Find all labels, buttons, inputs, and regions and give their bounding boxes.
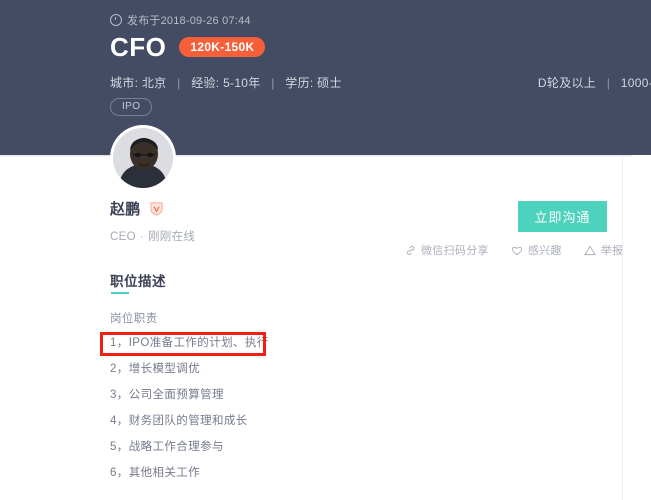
meta-separator-1: | (177, 76, 181, 90)
funding-stage: D轮及以上 (537, 76, 597, 90)
warning-triangle-icon (583, 244, 596, 255)
job-detail-page: 发布于2018-09-26 07:44 CFO 120K-150K 城市: 北京… (0, 0, 651, 500)
page-header: 发布于2018-09-26 07:44 CFO 120K-150K 城市: 北京… (0, 0, 651, 155)
salary-badge: 120K-150K (179, 37, 266, 57)
share-wechat-label: 微信扫码分享 (421, 245, 489, 257)
tag-row: IPO (110, 98, 153, 116)
recruiter-role: CEO (110, 231, 136, 243)
link-icon (406, 245, 415, 255)
section-title-underline (111, 292, 129, 294)
content-right-edge (622, 155, 623, 500)
job-meta: 城市: 北京 | 经验: 5-10年 | 学历: 硕士 (110, 74, 342, 91)
list-item: 2，增长模型调优 (110, 363, 201, 375)
report-action[interactable]: 举报 (583, 242, 624, 258)
job-title-row: CFO 120K-150K (110, 32, 266, 62)
interested-label: 感兴趣 (527, 245, 562, 257)
list-item: 4，财务团队的管理和成长 (110, 415, 248, 427)
chat-now-button[interactable]: 立即沟通 (518, 201, 607, 232)
clock-icon (110, 14, 122, 26)
meta-separator-2: | (271, 76, 275, 90)
heart-icon (511, 246, 522, 255)
list-item: 5，战略工作合理参与 (110, 441, 224, 453)
header-divider (0, 155, 651, 157)
meta-experience-value: 5-10年 (223, 76, 261, 90)
recruiter-name[interactable]: 赵鹏 (110, 198, 141, 219)
list-item: 3，公司全面预算管理 (110, 389, 224, 401)
share-wechat-action[interactable]: 微信扫码分享 (405, 242, 489, 258)
avatar[interactable] (113, 128, 173, 188)
meta-city-label: 城市: (110, 76, 139, 90)
recruiter-name-row: 赵鹏 (110, 198, 195, 219)
meta-education-value: 硕士 (317, 76, 342, 90)
user-avatar-photo (113, 128, 173, 188)
report-label: 举报 (600, 245, 624, 257)
tag-ipo: IPO (110, 98, 153, 116)
responsibility-list: 1，IPO准备工作的计划、执行 2，增长模型调优 3，公司全面预算管理 4，财务… (110, 330, 580, 486)
verified-shield-icon (150, 202, 163, 216)
mini-action-bar: 微信扫码分享 感兴趣 举报 (405, 242, 623, 258)
post-time: 发布于2018-09-26 07:44 (110, 12, 251, 28)
company-meta: D轮及以上 | 1000- (538, 74, 651, 91)
post-time-label: 发布于2018-09-26 07:44 (127, 15, 251, 27)
meta-education-label: 学历: (285, 76, 314, 90)
recruiter-subtitle: CEO · 刚刚在线 (110, 228, 195, 244)
section-title-job-description: 职位描述 (110, 274, 166, 289)
page-title: CFO (110, 32, 167, 62)
recruiter-separator: · (139, 231, 144, 243)
meta-city-value: 北京 (141, 76, 167, 90)
subsection-title-responsibilities: 岗位职责 (110, 313, 158, 325)
company-meta-separator: | (606, 76, 611, 90)
meta-experience-label: 经验: (191, 76, 220, 90)
right-sidebar (632, 155, 651, 500)
list-item: 6，其他相关工作 (110, 467, 201, 479)
list-item: 1，IPO准备工作的计划、执行 (110, 337, 269, 349)
interested-action[interactable]: 感兴趣 (511, 242, 562, 258)
recruiter-block: 赵鹏 CEO · 刚刚在线 (110, 198, 195, 244)
company-size: 1000- (620, 76, 651, 90)
recruiter-online-status: 刚刚在线 (147, 231, 196, 243)
